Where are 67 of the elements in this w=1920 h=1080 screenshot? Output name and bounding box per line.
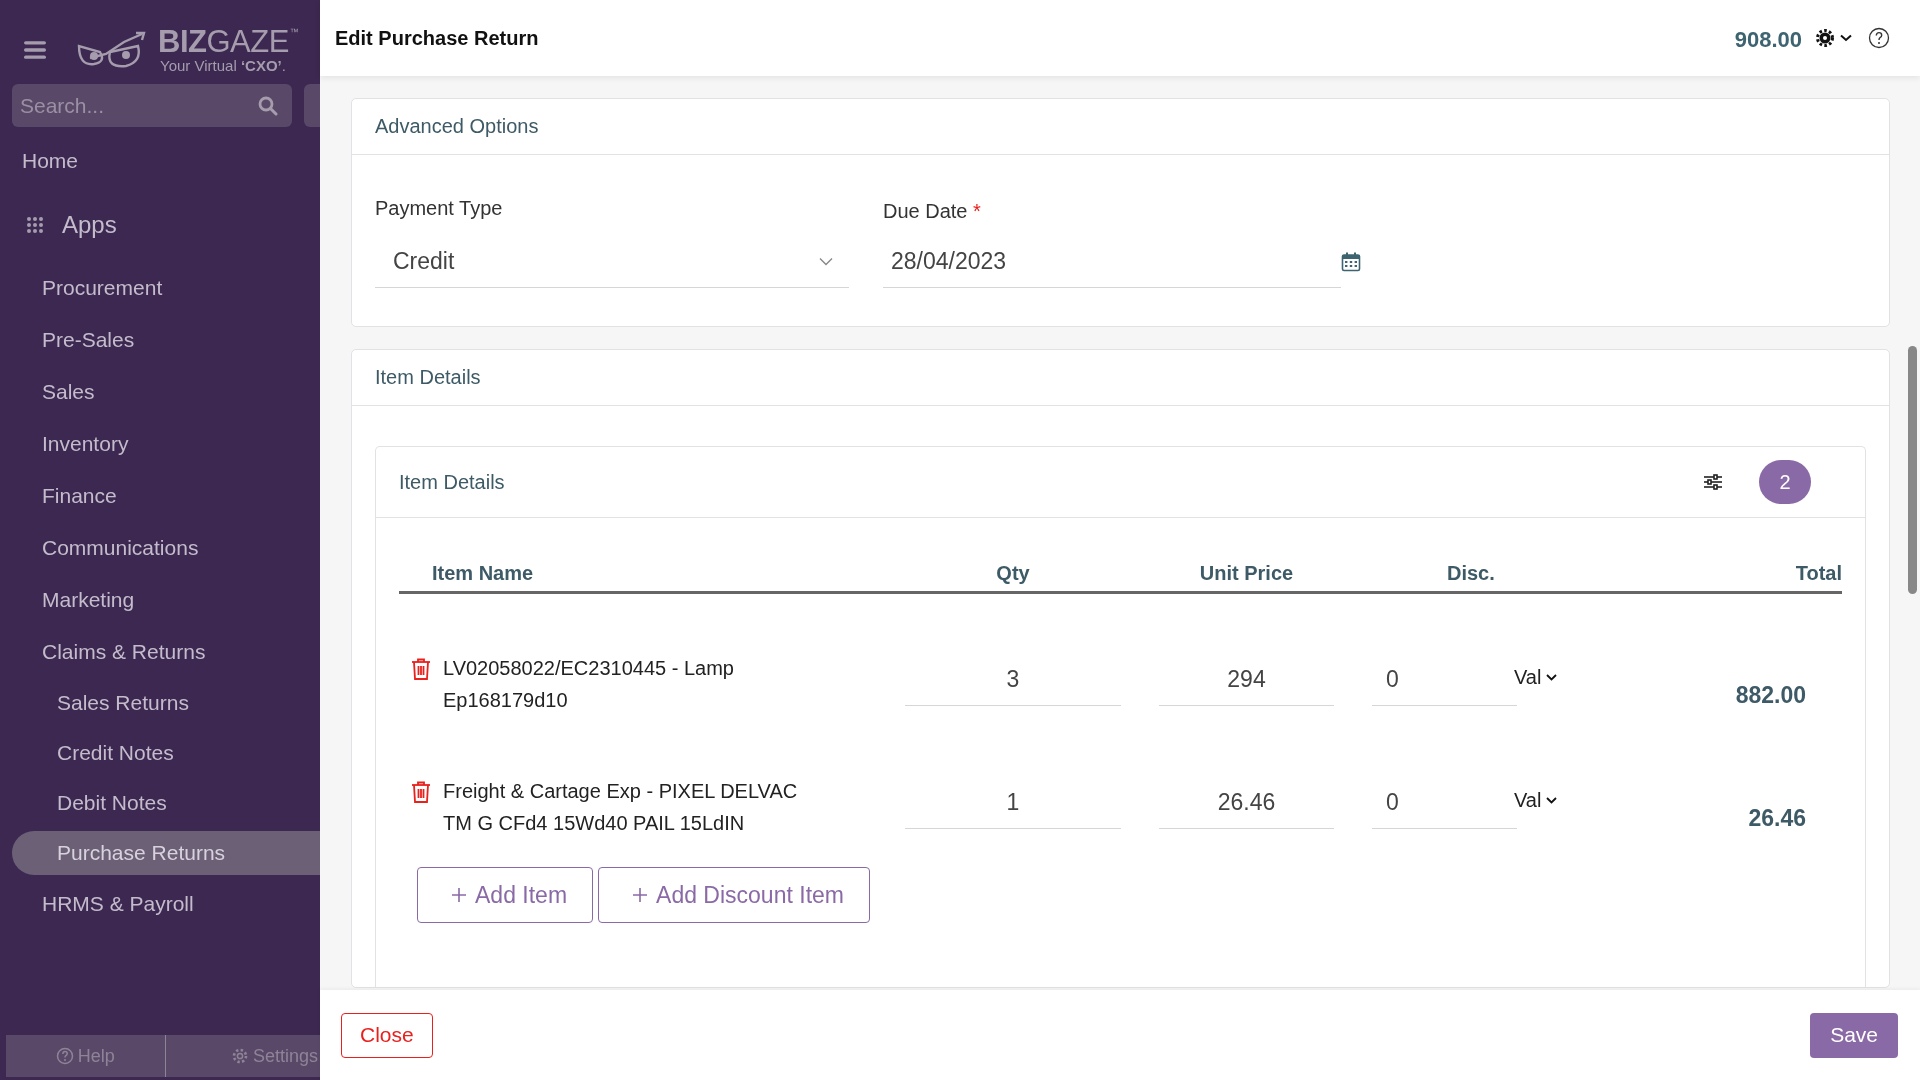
help-icon[interactable] <box>1868 27 1890 49</box>
quantity-field[interactable]: 1 <box>905 776 1121 829</box>
sidebar-subitem[interactable]: Debit Notes <box>0 781 320 825</box>
plus-icon <box>632 887 649 903</box>
calendar-icon[interactable] <box>1341 252 1361 272</box>
sidebar-toggle-button[interactable] <box>304 84 320 127</box>
column-header: Total <box>1794 562 1842 585</box>
sidebar-item[interactable]: HRMS & Payroll <box>0 881 320 927</box>
close-button[interactable]: Close <box>341 1012 433 1058</box>
trademark-mark: ™ <box>289 26 299 37</box>
page-title: Edit Purchase Return <box>335 26 540 50</box>
menu-icon[interactable] <box>24 41 46 59</box>
column-header: Disc. <box>1446 562 1496 585</box>
grid-icon <box>26 216 44 234</box>
sidebar-item[interactable]: Sales <box>0 369 320 415</box>
plus-icon <box>451 887 467 903</box>
chevron-down-icon[interactable] <box>1840 34 1852 42</box>
settings-icon[interactable] <box>1816 29 1834 47</box>
sidebar-item[interactable]: Pre-Sales <box>0 317 320 363</box>
sidebar-item[interactable]: Inventory <box>0 421 320 467</box>
section-title: Item Details <box>375 366 481 389</box>
item-name: Freight & Cartage Exp - PIXEL DELVAC TM G CFd4 15Wd40 PAIL 15LdIN <box>443 778 799 836</box>
discount-type-select[interactable]: Val <box>1514 789 1558 812</box>
sidebar-subitem[interactable]: Credit Notes <box>0 731 320 775</box>
brand-tagline: Your Virtual ‘CXO’. <box>160 56 287 74</box>
column-header: Item Name <box>431 562 535 585</box>
panel-title: Item Details <box>399 470 506 494</box>
sidebar-item[interactable]: Finance <box>0 473 320 519</box>
trash-icon[interactable] <box>411 780 431 803</box>
grand-total: 908.00 <box>1734 27 1802 53</box>
settings-icon <box>230 1047 249 1065</box>
quantity-field[interactable]: 3 <box>905 653 1121 706</box>
sidebar-item[interactable]: Procurement <box>0 265 320 311</box>
sidebar-item[interactable]: Marketing <box>0 577 320 623</box>
payment-type-select[interactable]: Credit <box>375 236 849 288</box>
search-icon[interactable] <box>258 96 278 116</box>
sidebar-item[interactable]: Claims & Returns <box>0 629 320 675</box>
line-total: 882.00 <box>1734 682 1807 709</box>
unit-price-field[interactable]: 294 <box>1159 653 1334 706</box>
chevron-down-icon <box>1546 797 1558 804</box>
discount-type-select[interactable]: Val <box>1514 666 1558 689</box>
sidebar-subitem[interactable]: Sales Returns <box>0 681 320 725</box>
brand-name: BIZGAZE <box>158 26 289 57</box>
home-link[interactable]: Home <box>0 149 79 179</box>
sidebar-subitem[interactable]: Purchase Returns <box>12 831 320 875</box>
due-date-field[interactable]: 28/04/2023 <box>883 236 1341 288</box>
sidebar-item[interactable]: Communications <box>0 525 320 571</box>
apps-heading: Apps <box>62 211 117 239</box>
field-label: Payment Type <box>375 197 504 220</box>
column-header: Qty <box>995 562 1031 585</box>
add-discount-item-button[interactable]: Add Discount Item <box>598 867 870 923</box>
column-header: Unit Price <box>1198 562 1295 585</box>
section-title: Advanced Options <box>375 115 539 138</box>
scrollbar-thumb[interactable] <box>1908 346 1917 594</box>
item-name: LV02058022/EC2310445 - Lamp Ep168179d10 <box>443 655 735 713</box>
trash-icon[interactable] <box>411 657 431 680</box>
help-icon <box>55 1047 74 1065</box>
filter-sliders-icon[interactable] <box>1704 474 1722 490</box>
field-label: Due Date * <box>883 200 982 223</box>
chevron-down-icon <box>819 257 833 266</box>
search-field[interactable]: Search... <box>12 84 292 127</box>
save-button[interactable]: Save <box>1810 1012 1898 1058</box>
item-count-badge: 2 <box>1759 460 1811 504</box>
line-total: 26.46 <box>1747 805 1807 832</box>
unit-price-field[interactable]: 26.46 <box>1159 776 1334 829</box>
chevron-down-icon <box>1546 674 1558 681</box>
add-item-button[interactable]: Add Item <box>417 867 594 923</box>
